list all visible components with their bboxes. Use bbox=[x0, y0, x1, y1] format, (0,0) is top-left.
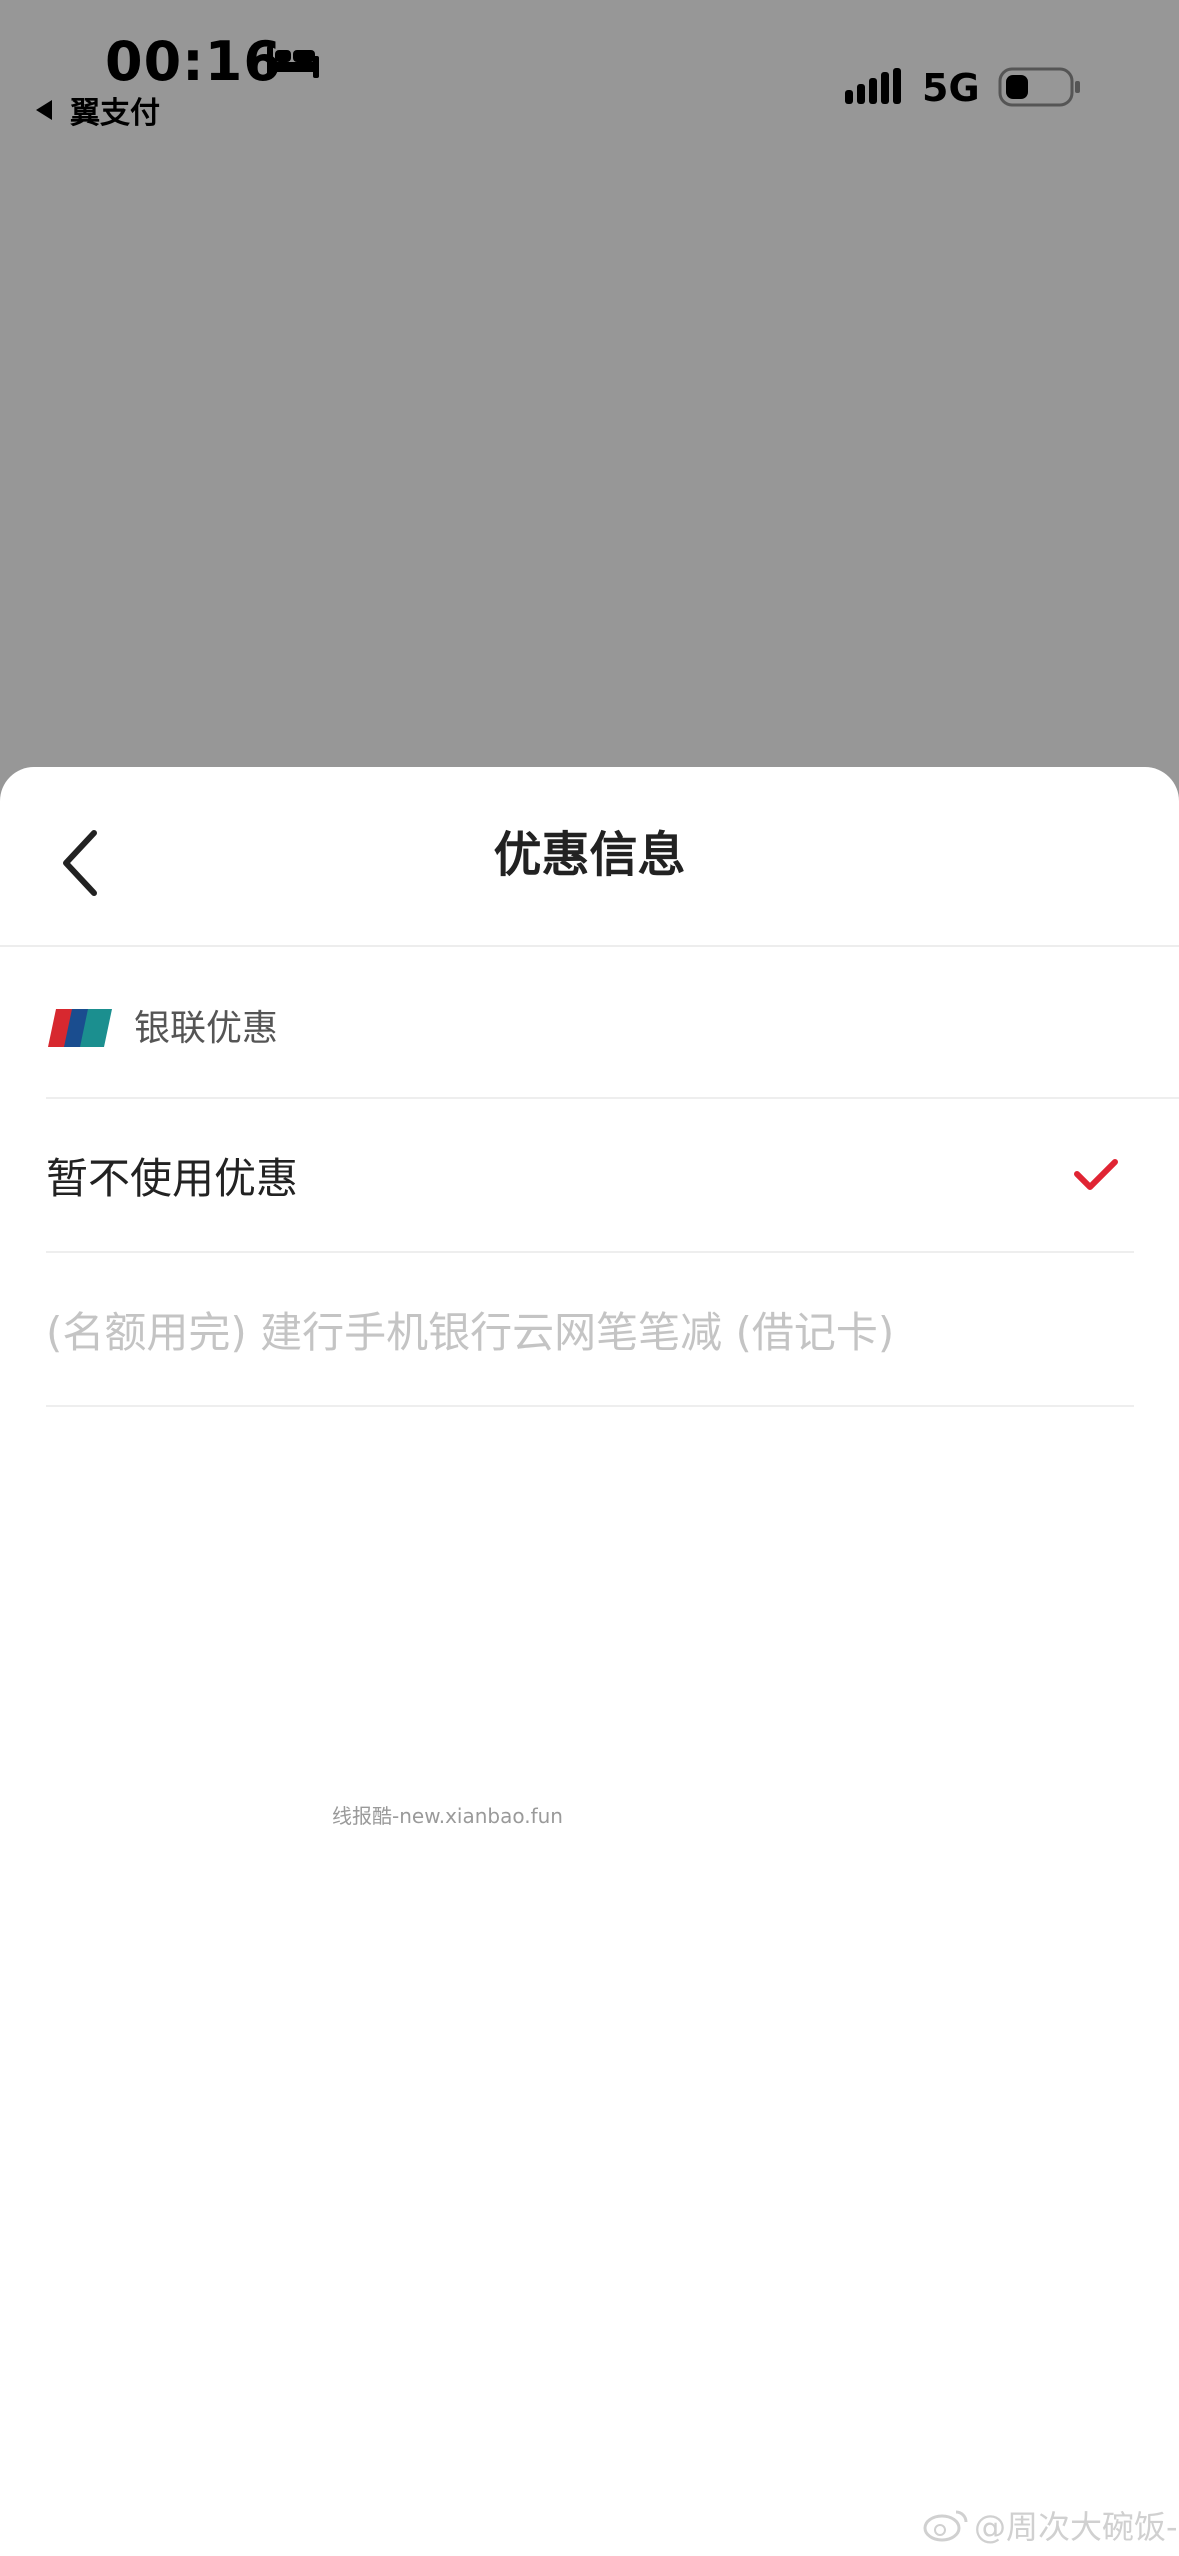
watermark-text: 线报酷-new.xianbao.fun bbox=[332, 1804, 563, 1828]
checkmark-icon bbox=[1074, 1159, 1118, 1190]
sheet-header: 优惠信息 bbox=[0, 767, 1179, 947]
unionpay-logo-icon bbox=[48, 1009, 112, 1047]
discount-info-sheet: 优惠信息 银联优惠 暂不使用优惠 (名额用完) 建行手机银行云网笔笔减 (借记卡… bbox=[0, 767, 1179, 2556]
sheet-title: 优惠信息 bbox=[493, 827, 686, 883]
back-app-label: 翼支付 bbox=[70, 96, 160, 131]
cellular-signal-icon bbox=[845, 68, 901, 104]
status-time: 00:16 bbox=[105, 30, 282, 93]
option-no-discount[interactable]: 暂不使用优惠 bbox=[46, 1099, 1134, 1253]
weibo-icon bbox=[923, 2510, 968, 2542]
option-label: (名额用完) 建行手机银行云网笔笔减 (借记卡) bbox=[46, 1307, 895, 1357]
battery-icon bbox=[998, 67, 1080, 107]
weibo-watermark: @周次大碗饭- bbox=[922, 2502, 1178, 2548]
unionpay-discount-group-header: 银联优惠 bbox=[46, 1007, 1179, 1099]
option-label: 暂不使用优惠 bbox=[46, 1153, 299, 1203]
option-ccb-discount[interactable]: (名额用完) 建行手机银行云网笔笔减 (借记卡) bbox=[46, 1253, 1134, 1407]
screen: 00:16 翼支付 5G 优惠信息 银联优惠 暂不使用优惠 (名额用完) 建行手… bbox=[0, 0, 1179, 2556]
back-triangle-icon bbox=[36, 100, 52, 120]
network-type-label: 5G bbox=[922, 66, 980, 110]
group-label: 银联优惠 bbox=[134, 1008, 279, 1049]
sleep-focus-icon bbox=[267, 46, 319, 78]
weibo-watermark-label: @周次大碗饭- bbox=[974, 2508, 1178, 2546]
back-to-app-link[interactable]: 翼支付 bbox=[36, 90, 160, 131]
